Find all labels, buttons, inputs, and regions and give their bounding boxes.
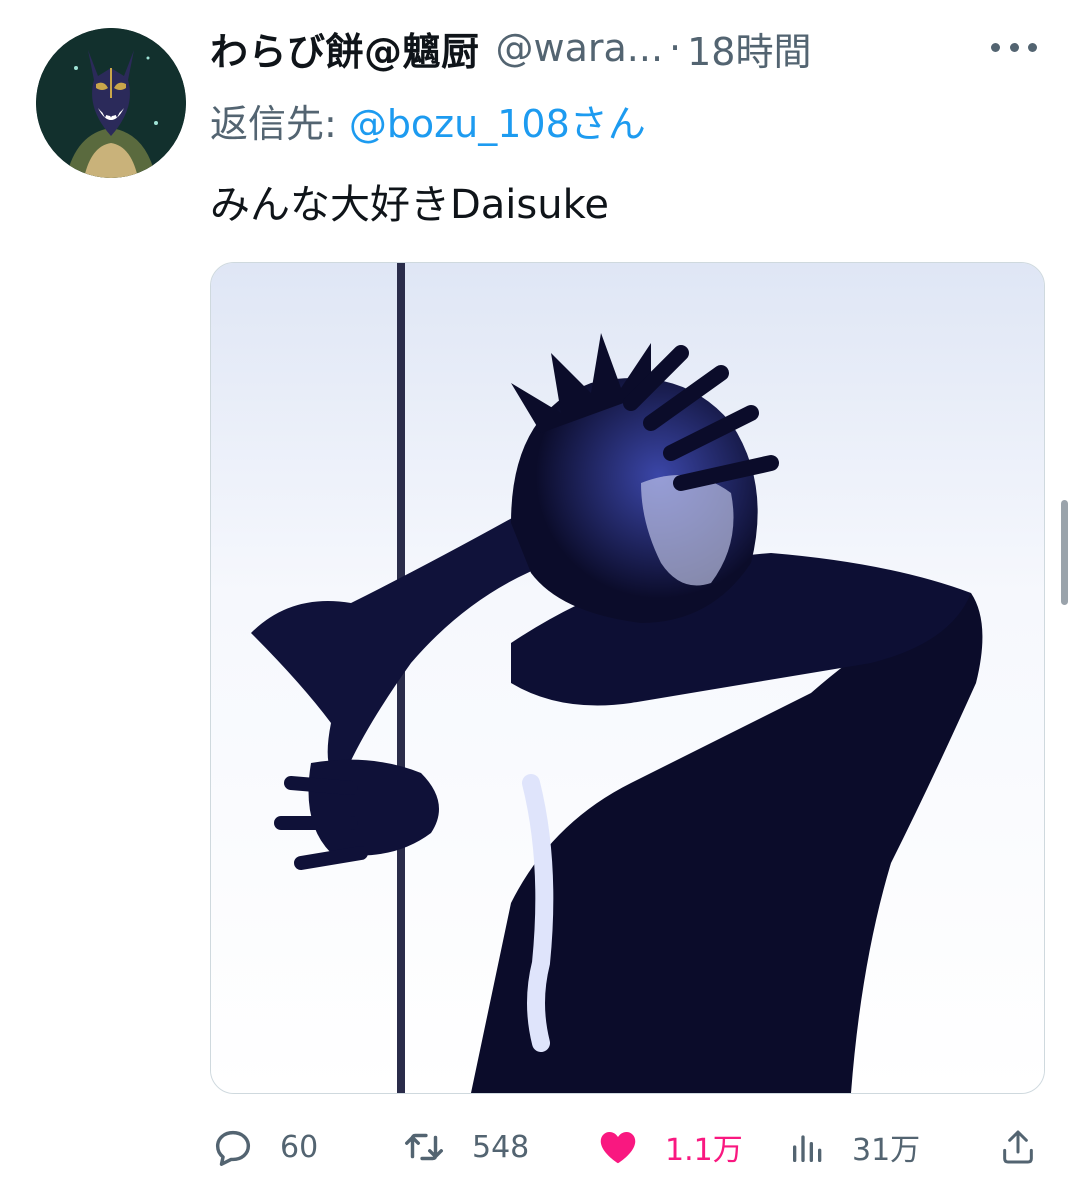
- timestamp[interactable]: 18時間: [687, 21, 811, 76]
- share-button[interactable]: [998, 1118, 1038, 1176]
- reply-count: 60: [280, 1129, 319, 1165]
- more-dot: [991, 42, 1000, 52]
- retweet-icon: [405, 1133, 443, 1161]
- like-button[interactable]: 1.1万: [595, 1118, 743, 1176]
- views-button[interactable]: 31万: [788, 1118, 920, 1176]
- share-upload-icon: [1003, 1130, 1033, 1164]
- tweet-media-image[interactable]: [210, 262, 1045, 1094]
- more-horizontal-icon[interactable]: [991, 36, 1037, 58]
- scrollbar[interactable]: [1061, 500, 1068, 605]
- like-count: 1.1万: [665, 1133, 743, 1168]
- display-name[interactable]: わらび餅@魑厨: [210, 21, 480, 76]
- view-count: 31万: [852, 1133, 921, 1168]
- more-dot: [1028, 42, 1037, 52]
- more-dot: [1009, 42, 1019, 52]
- tweet-text: みんな大好きDaisuke: [210, 182, 609, 228]
- retweet-count: 548: [472, 1129, 530, 1165]
- heart-filled-icon: [600, 1132, 636, 1164]
- reply-label: 返信先:: [210, 101, 337, 146]
- reply-context: 返信先: @bozu_108さん: [210, 92, 646, 148]
- tweet-header: わらび餅@魑厨 @wara... · 18時間: [210, 20, 990, 76]
- bar-chart-icon: [793, 1135, 822, 1162]
- media-photo: [211, 263, 1044, 1093]
- reply-handle-link[interactable]: @bozu_108さん: [349, 93, 646, 148]
- retweet-button[interactable]: 548: [400, 1118, 529, 1176]
- user-handle[interactable]: @wara...: [496, 26, 664, 70]
- reply-button[interactable]: 60: [210, 1118, 318, 1176]
- speech-bubble-icon: [215, 1130, 251, 1166]
- separator-dot: ·: [669, 26, 682, 70]
- tweet-actions: 60 548 1.1万 31万: [210, 1118, 1043, 1176]
- avatar-mask-image: [36, 28, 186, 178]
- avatar[interactable]: [36, 28, 186, 178]
